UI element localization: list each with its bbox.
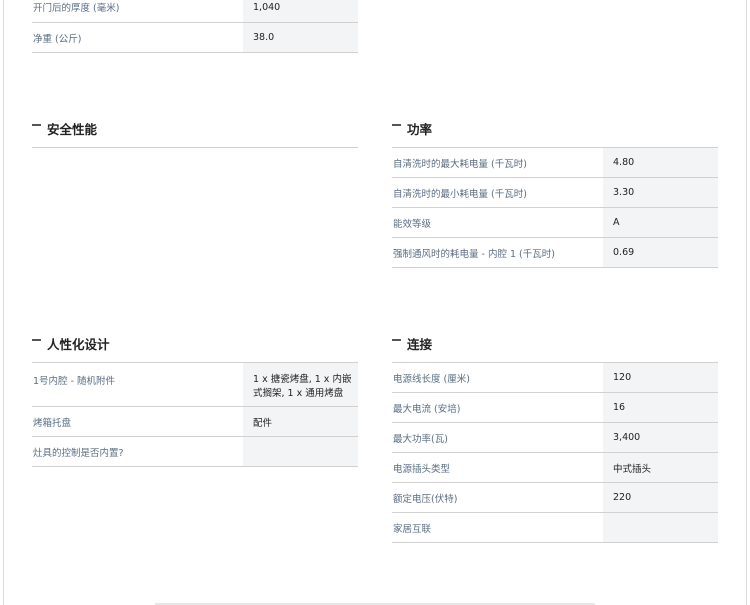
spec-value: 1,040 — [243, 0, 358, 22]
collapse-icon — [392, 124, 401, 126]
spec-row: 自清洗时的最小耗电量 (千瓦时) 3.30 — [392, 178, 718, 208]
spec-row: 家居互联 — [392, 513, 718, 543]
dimensions-table: 开门后的厚度 (毫米) 1,040 净重 (公斤) 38.0 — [32, 0, 358, 53]
section-header-design[interactable]: 人性化设计 — [32, 335, 358, 363]
page-frame-left-border — [3, 0, 4, 605]
spec-label: 最大功率(瓦) — [393, 433, 448, 445]
spec-row: 净重 (公斤) 38.0 — [32, 23, 358, 53]
spec-value — [243, 437, 358, 466]
spec-row: 开门后的厚度 (毫米) 1,040 — [32, 0, 358, 23]
spec-label: 开门后的厚度 (毫米) — [33, 3, 120, 14]
spec-value: 0.69 — [603, 238, 718, 267]
power-table: 自清洗时的最大耗电量 (千瓦时) 4.80 自清洗时的最小耗电量 (千瓦时) 3… — [392, 148, 718, 268]
spec-label: 家居互联 — [393, 523, 432, 535]
spec-value: 1 x 搪瓷烤盘, 1 x 内嵌式搁架, 1 x 通用烤盘 — [243, 363, 358, 406]
section-title: 连接 — [407, 337, 433, 352]
section-divider — [32, 147, 358, 148]
collapse-icon — [32, 339, 41, 341]
spec-row: 自清洗时的最大耗电量 (千瓦时) 4.80 — [392, 148, 718, 178]
spec-label: 灶具的控制是否内置? — [33, 447, 124, 459]
spec-value: A — [603, 208, 718, 237]
spec-value: 配件 — [243, 407, 358, 436]
spec-label: 1号内腔 - 随机附件 — [33, 376, 116, 387]
collapse-icon — [392, 339, 401, 341]
spec-value: 中式插头 — [603, 453, 718, 482]
section-header-power[interactable]: 功率 — [392, 120, 718, 148]
spec-value: 220 — [603, 483, 718, 512]
spec-label: 净重 (公斤) — [33, 33, 82, 45]
collapse-icon — [32, 124, 41, 126]
spec-label: 能效等级 — [393, 218, 432, 230]
spec-row: 电源线长度 (厘米) 120 — [392, 363, 718, 393]
spec-row: 最大电流 (安培) 16 — [392, 393, 718, 423]
spec-value: 120 — [603, 363, 718, 392]
section-title: 安全性能 — [47, 122, 98, 137]
spec-row: 电源插头类型 中式插头 — [392, 453, 718, 483]
spec-label: 电源插头类型 — [393, 463, 451, 475]
spec-value: 38.0 — [243, 23, 358, 52]
spec-value: 3.30 — [603, 178, 718, 207]
section-title: 功率 — [407, 122, 433, 137]
spec-label: 强制通风时的耗电量 - 内腔 1 (千瓦时) — [393, 248, 555, 260]
spec-value: 16 — [603, 393, 718, 422]
spec-label: 最大电流 (安培) — [393, 403, 461, 415]
section-title: 人性化设计 — [47, 337, 110, 352]
spec-value — [603, 513, 718, 542]
connection-table: 电源线长度 (厘米) 120 最大电流 (安培) 16 最大功率(瓦) 3,40… — [392, 363, 718, 543]
spec-row: 烤箱托盘 配件 — [32, 407, 358, 437]
spec-row: 能效等级 A — [392, 208, 718, 238]
section-header-connection[interactable]: 连接 — [392, 335, 718, 363]
spec-label: 自清洗时的最小耗电量 (千瓦时) — [393, 188, 527, 200]
spec-label: 烤箱托盘 — [33, 417, 72, 429]
section-header-safety[interactable]: 安全性能 — [32, 120, 358, 148]
spec-row: 强制通风时的耗电量 - 内腔 1 (千瓦时) 0.69 — [392, 238, 718, 268]
spec-label: 电源线长度 (厘米) — [393, 373, 470, 385]
design-table: 1号内腔 - 随机附件 1 x 搪瓷烤盘, 1 x 内嵌式搁架, 1 x 通用烤… — [32, 363, 358, 467]
spec-label: 自清洗时的最大耗电量 (千瓦时) — [393, 158, 527, 170]
spec-row: 1号内腔 - 随机附件 1 x 搪瓷烤盘, 1 x 内嵌式搁架, 1 x 通用烤… — [32, 363, 358, 407]
spec-label: 额定电压(伏特) — [393, 493, 458, 505]
spec-row: 灶具的控制是否内置? — [32, 437, 358, 467]
spec-value: 4.80 — [603, 148, 718, 177]
spec-value: 3,400 — [603, 423, 718, 452]
page-frame-right-border — [746, 0, 747, 605]
spec-row: 最大功率(瓦) 3,400 — [392, 423, 718, 453]
spec-row: 额定电压(伏特) 220 — [392, 483, 718, 513]
